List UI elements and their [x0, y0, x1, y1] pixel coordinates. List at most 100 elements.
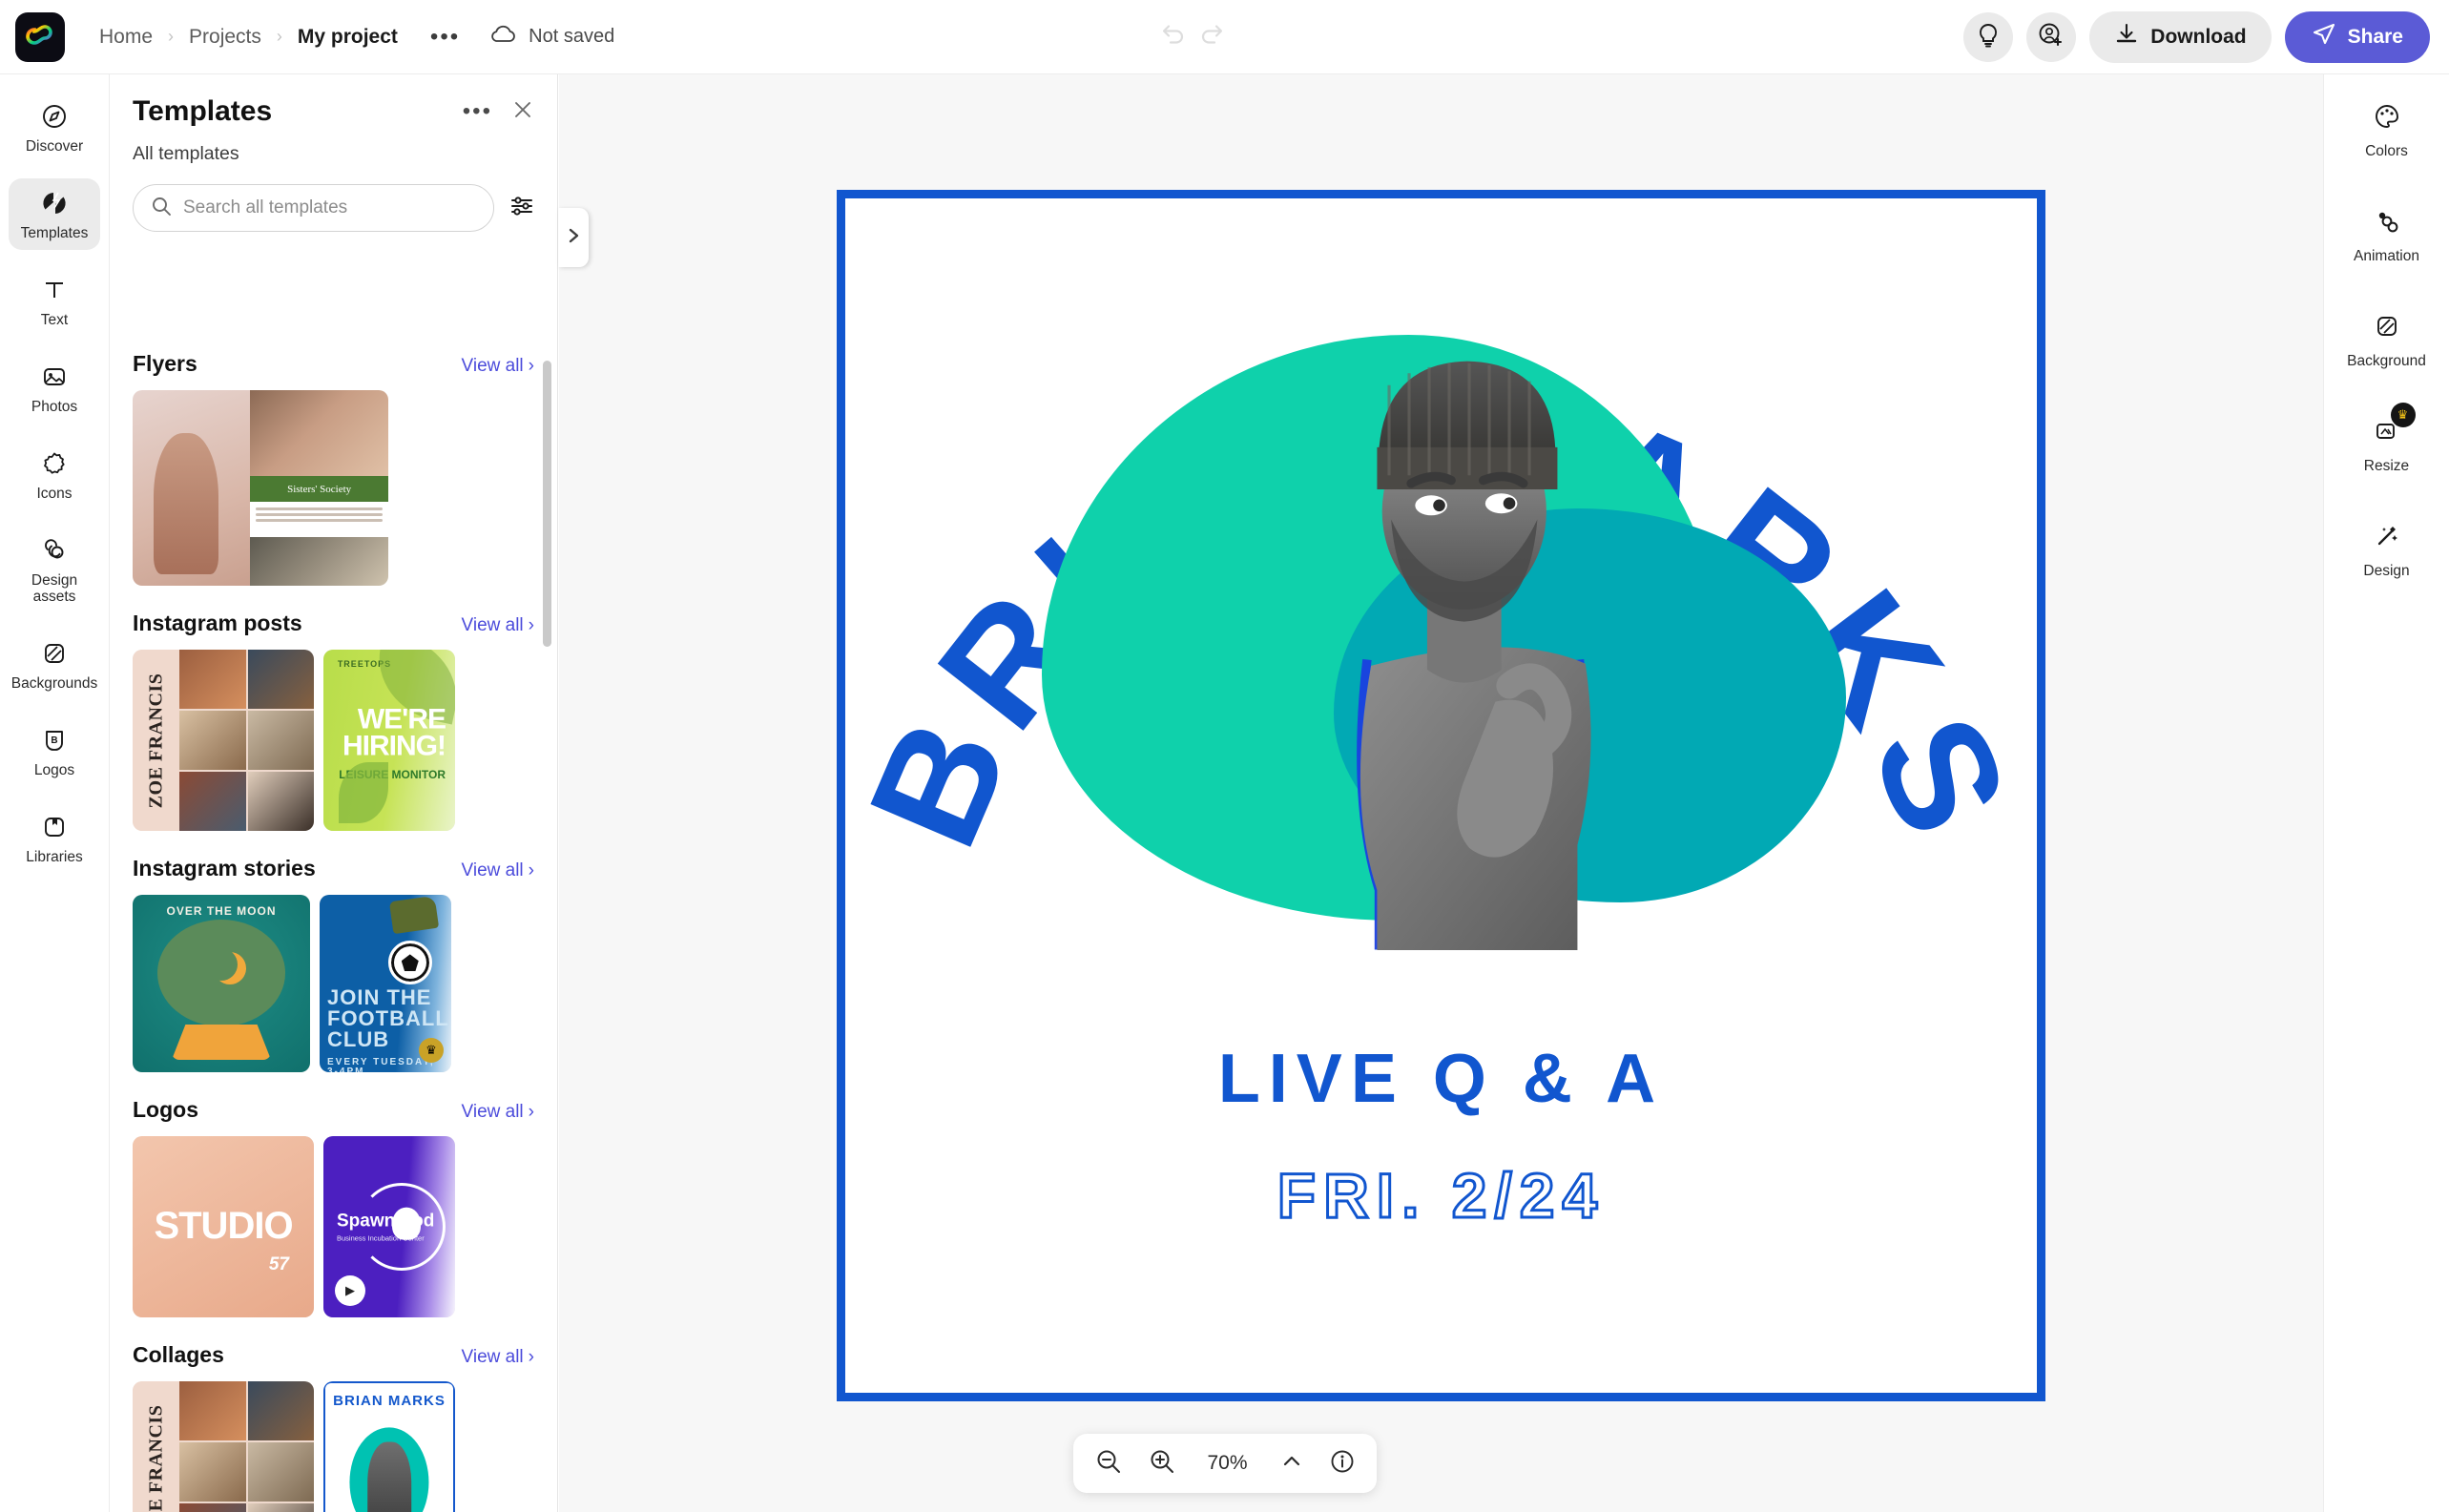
template-card[interactable]: JOIN THE FOOTBALL CLUB EVERY TUESDAY, 3-…	[320, 895, 451, 1072]
template-card[interactable]: ZOE FRANCIS	[133, 1381, 314, 1512]
chevron-up-icon[interactable]	[1279, 1449, 1304, 1479]
section-title: Logos	[133, 1097, 198, 1122]
sidebar-item-icons[interactable]: Icons	[9, 439, 100, 510]
search-icon	[151, 196, 172, 221]
add-person-icon	[2038, 22, 2065, 52]
thumb-row-collages: ZOE FRANCIS BRIAN MARKS	[133, 1381, 534, 1512]
search-input[interactable]	[183, 197, 476, 218]
template-card[interactable]: ZOE FRANCIS	[133, 650, 314, 831]
send-icon	[2312, 22, 2336, 52]
right-item-design[interactable]: Design	[2334, 513, 2440, 590]
close-icon[interactable]	[511, 98, 534, 126]
panel-scrollbar[interactable]	[543, 361, 551, 647]
templates-panel: Templates ••• All templates Search all t…	[110, 74, 558, 1512]
template-card[interactable]: TREETOPS WE'RE HIRING! LEISURE MONITOR	[323, 650, 455, 831]
section-title: Collages	[133, 1342, 224, 1367]
view-all-logos[interactable]: View all ›	[462, 1102, 534, 1123]
download-button[interactable]: Download	[2089, 10, 2272, 63]
template-caption: Sisters' Society	[250, 476, 388, 502]
view-all-label: View all	[461, 1102, 524, 1122]
left-navigation-rail: Discover Templates Text Photos Icons Des…	[0, 74, 110, 1512]
search-box[interactable]	[133, 184, 494, 232]
invite-button[interactable]	[2026, 11, 2077, 62]
sidebar-label: Discover	[25, 138, 84, 155]
backgrounds-icon	[41, 639, 68, 668]
zoom-level-value[interactable]: 70%	[1201, 1452, 1255, 1475]
thumb-row-logos: STUDIO 57 Spawn Pod Business Incubation …	[133, 1136, 534, 1317]
adobe-express-logo[interactable]	[15, 11, 65, 62]
thumb-row-flyers: Sisters' Society	[133, 390, 534, 586]
sidebar-label: Design assets	[31, 572, 78, 606]
canvas-headline[interactable]: LIVE Q & A	[845, 1040, 2037, 1118]
template-caption: ZOE FRANCIS	[145, 1404, 167, 1512]
palette-icon	[2374, 103, 2400, 135]
view-all-collages[interactable]: View all ›	[462, 1347, 534, 1368]
right-item-label: Animation	[2354, 248, 2419, 264]
sidebar-item-discover[interactable]: Discover	[9, 92, 100, 163]
view-all-flyers[interactable]: View all ›	[462, 356, 534, 377]
sidebar-item-text[interactable]: Text	[9, 265, 100, 337]
panel-more-button[interactable]: •••	[463, 100, 492, 123]
share-button[interactable]: Share	[2284, 10, 2430, 63]
logos-icon: B	[41, 726, 68, 755]
download-icon	[2114, 22, 2139, 52]
section-title: Flyers	[133, 351, 197, 376]
icons-icon	[41, 449, 68, 478]
zoom-out-icon[interactable]	[1094, 1447, 1123, 1481]
breadcrumb-home[interactable]: Home	[95, 24, 156, 51]
zoom-in-icon[interactable]	[1148, 1447, 1176, 1481]
template-card[interactable]: Spawn Pod Business Incubation Center ▶	[323, 1136, 455, 1317]
canvas-workspace[interactable]: BRIAN MARKS	[559, 74, 2323, 1512]
sidebar-item-logos[interactable]: B Logos	[9, 715, 100, 787]
ideas-button[interactable]	[1963, 11, 2014, 62]
sidebar-item-backgrounds[interactable]: Backgrounds	[9, 629, 100, 700]
undo-icon[interactable]	[1157, 22, 1186, 52]
templates-scroll-area[interactable]: Flyers View all › Sisters' Society Insta…	[110, 351, 557, 1512]
sidebar-label: Photos	[31, 399, 78, 416]
right-item-background[interactable]: Background	[2334, 303, 2440, 380]
panel-collapse-button[interactable]	[558, 208, 589, 267]
project-more-button[interactable]: •••	[423, 25, 467, 48]
compass-icon	[41, 102, 68, 131]
animation-icon	[2374, 208, 2400, 239]
section-title: Instagram stories	[133, 856, 316, 880]
sidebar-item-templates[interactable]: Templates	[9, 178, 100, 251]
right-item-resize[interactable]: ♛ Resize	[2334, 403, 2440, 485]
play-icon[interactable]: ▶	[335, 1275, 365, 1306]
artboard[interactable]: BRIAN MARKS	[837, 189, 2045, 1401]
template-card[interactable]: STUDIO 57	[133, 1136, 314, 1317]
photos-icon	[41, 362, 68, 391]
template-card[interactable]: BRIAN MARKS	[323, 1381, 455, 1512]
breadcrumb-projects[interactable]: Projects	[185, 24, 265, 51]
breadcrumb: Home › Projects › My project •••	[95, 24, 467, 51]
right-item-animation[interactable]: Animation	[2334, 198, 2440, 275]
breadcrumb-my-project[interactable]: My project	[294, 24, 402, 51]
chevron-right-icon: ›	[528, 1347, 534, 1367]
background-icon	[2374, 313, 2400, 344]
premium-crown-icon: ♛	[419, 1038, 444, 1063]
view-all-instagram-stories[interactable]: View all ›	[462, 860, 534, 881]
sidebar-item-design-assets[interactable]: Design assets	[9, 526, 100, 613]
template-caption: WE'RE HIRING!	[342, 703, 446, 762]
sidebar-item-photos[interactable]: Photos	[9, 352, 100, 424]
right-item-label: Design	[2363, 563, 2410, 579]
template-subcaption: 57	[268, 1254, 289, 1274]
breadcrumb-separator: ›	[276, 27, 282, 46]
template-caption: BRIAN MARKS	[333, 1393, 446, 1409]
right-item-colors[interactable]: Colors	[2334, 93, 2440, 170]
view-all-label: View all	[461, 860, 524, 880]
redo-icon[interactable]	[1199, 22, 1228, 52]
sidebar-item-libraries[interactable]: Libraries	[9, 802, 100, 874]
info-icon[interactable]	[1329, 1448, 1356, 1480]
portrait-image[interactable]	[1203, 329, 1715, 951]
lightbulb-icon	[1976, 22, 2001, 52]
template-caption: ZOE FRANCIS	[145, 673, 167, 808]
template-card[interactable]: Sisters' Society	[133, 390, 388, 586]
canvas-date-line[interactable]: FRI. 2/24	[845, 1159, 2037, 1232]
sidebar-label: Templates	[20, 225, 89, 242]
save-status-group: Not saved	[488, 24, 614, 50]
view-all-instagram-posts[interactable]: View all ›	[462, 615, 534, 636]
thumb-row-instagram-posts: ZOE FRANCIS TREETOPS WE'RE HIRING! LEISU…	[133, 650, 534, 831]
filter-sliders-icon[interactable]	[509, 194, 534, 223]
template-card[interactable]: OVER THE MOON	[133, 895, 310, 1072]
